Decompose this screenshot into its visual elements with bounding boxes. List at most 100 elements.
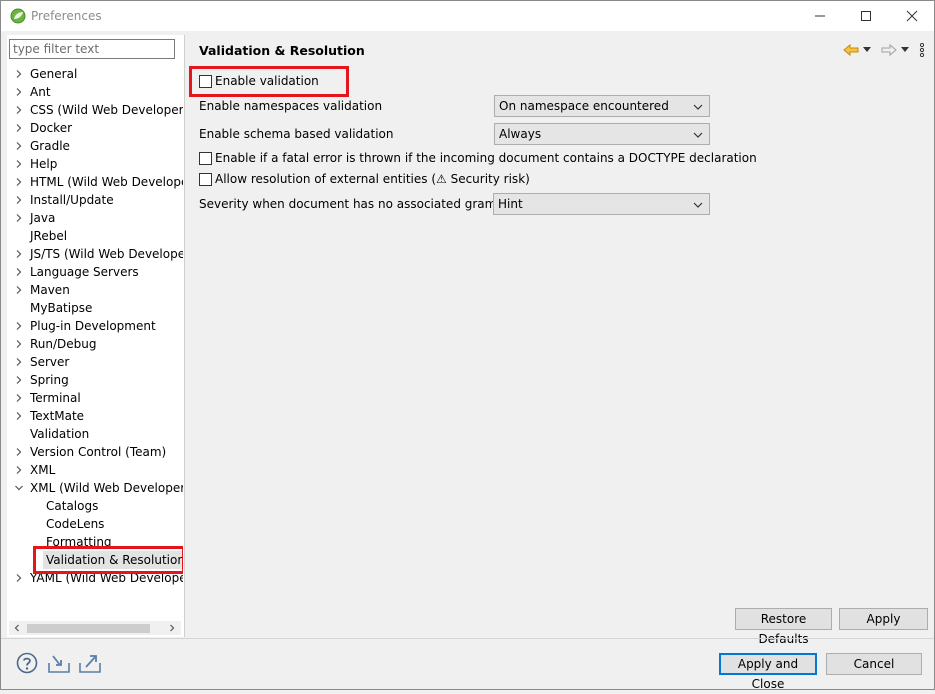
chevron-down-icon xyxy=(693,132,703,138)
tree-item[interactable]: XML (Wild Web Developer) xyxy=(7,479,183,497)
apply-button[interactable]: Apply xyxy=(839,608,928,630)
doctype-error-row[interactable]: Enable if a fatal error is thrown if the… xyxy=(199,148,757,168)
tree-item-label: CSS (Wild Web Developer) xyxy=(30,103,183,117)
scrollbar-thumb[interactable] xyxy=(27,624,150,633)
tree-item[interactable]: Plug-in Development xyxy=(7,317,183,335)
cancel-button[interactable]: Cancel xyxy=(826,653,922,675)
import-icon[interactable] xyxy=(47,651,71,675)
tree-item-label: Validation xyxy=(30,427,90,441)
restore-defaults-button[interactable]: Restore Defaults xyxy=(735,608,832,646)
chevron-right-icon[interactable] xyxy=(14,375,24,385)
tree-item[interactable]: Run/Debug xyxy=(7,335,183,353)
chevron-right-icon[interactable] xyxy=(14,465,24,475)
tree-item[interactable]: Gradle xyxy=(7,137,183,155)
tree-item-label: Plug-in Development xyxy=(30,319,156,333)
tree-item[interactable]: TextMate xyxy=(7,407,183,425)
preference-tree: General Ant CSS (Wild Web Developer) Docker… xyxy=(7,65,183,621)
chevron-down-icon[interactable] xyxy=(14,483,24,493)
export-icon[interactable] xyxy=(78,651,102,675)
tree-item[interactable]: Catalogs xyxy=(7,497,183,515)
chevron-right-icon[interactable] xyxy=(14,159,24,169)
tree-item[interactable]: JRebel xyxy=(7,227,183,245)
chevron-right-icon[interactable] xyxy=(14,177,24,187)
chevron-right-icon[interactable] xyxy=(14,249,24,259)
external-entities-row[interactable]: Allow resolution of external entities (⚠… xyxy=(199,169,530,189)
tree-item-label: Docker xyxy=(30,121,73,135)
chevron-right-icon[interactable] xyxy=(14,267,24,277)
scroll-right-icon[interactable] xyxy=(167,623,177,633)
tree-item-label: XML (Wild Web Developer) xyxy=(30,481,183,495)
schema-value: Always xyxy=(499,127,542,141)
forward-button[interactable] xyxy=(881,41,897,59)
tree-item[interactable]: CSS (Wild Web Developer) xyxy=(7,101,183,119)
tree-item[interactable]: Language Servers xyxy=(7,263,183,281)
tree-item[interactable]: HTML (Wild Web Develope xyxy=(7,173,183,191)
no-grammar-value: Hint xyxy=(498,197,523,211)
tree-item[interactable]: XML xyxy=(7,461,183,479)
tree-item[interactable]: Spring xyxy=(7,371,183,389)
highlight-box xyxy=(33,546,183,574)
chevron-right-icon[interactable] xyxy=(14,105,24,115)
chevron-right-icon[interactable] xyxy=(14,357,24,367)
chevron-right-icon[interactable] xyxy=(14,411,24,421)
tree-item[interactable]: CodeLens xyxy=(7,515,183,533)
chevron-right-icon[interactable] xyxy=(14,285,24,295)
minimize-button[interactable] xyxy=(797,1,843,31)
app-icon xyxy=(10,8,26,24)
no-grammar-select[interactable]: Hint xyxy=(493,193,710,215)
chevron-right-icon[interactable] xyxy=(14,141,24,151)
back-button[interactable] xyxy=(843,41,859,59)
back-dropdown[interactable] xyxy=(863,41,871,59)
external-entities-checkbox[interactable] xyxy=(199,172,212,186)
tree-item-label: Server xyxy=(30,355,70,369)
tree-item[interactable]: Ant xyxy=(7,83,183,101)
close-button[interactable] xyxy=(889,1,935,31)
tree-item[interactable]: Validation xyxy=(7,425,183,443)
tree-item[interactable]: Java xyxy=(7,209,183,227)
tree-item-label: Spring xyxy=(30,373,69,387)
no-grammar-label: Severity when document has no associated… xyxy=(199,197,521,211)
forward-dropdown[interactable] xyxy=(901,41,909,59)
view-menu-button[interactable] xyxy=(919,41,925,59)
preferences-window: Preferences General Ant CSS (Wild Web Deve… xyxy=(0,0,935,691)
tree-item[interactable]: JS/TS (Wild Web Develope xyxy=(7,245,183,263)
tree-item[interactable]: MyBatipse xyxy=(7,299,183,317)
tree-item[interactable]: Docker xyxy=(7,119,183,137)
chevron-right-icon[interactable] xyxy=(14,321,24,331)
preference-tree-panel: General Ant CSS (Wild Web Developer) Docker… xyxy=(7,35,185,637)
help-icon[interactable] xyxy=(15,651,39,675)
chevron-right-icon[interactable] xyxy=(14,447,24,457)
tree-item-label: Help xyxy=(30,157,58,171)
apply-and-close-button[interactable]: Apply and Close xyxy=(719,653,817,691)
doctype-error-checkbox[interactable] xyxy=(199,151,212,165)
tree-horizontal-scrollbar[interactable] xyxy=(9,621,181,635)
chevron-right-icon[interactable] xyxy=(14,393,24,403)
tree-item[interactable]: Version Control (Team) xyxy=(7,443,183,461)
filter-input[interactable] xyxy=(9,39,175,59)
chevron-down-icon xyxy=(863,47,871,52)
tree-item[interactable]: Maven xyxy=(7,281,183,299)
chevron-right-icon[interactable] xyxy=(14,123,24,133)
namespaces-select[interactable]: On namespace encountered xyxy=(494,95,710,117)
chevron-right-icon[interactable] xyxy=(14,87,24,97)
maximize-button[interactable] xyxy=(843,1,889,31)
external-entities-label: Allow resolution of external entities (⚠… xyxy=(215,172,530,186)
chevron-right-icon[interactable] xyxy=(14,573,24,583)
chevron-down-icon xyxy=(901,47,909,52)
tree-item[interactable]: General xyxy=(7,65,183,83)
schema-select[interactable]: Always xyxy=(494,123,710,145)
tree-item[interactable]: Terminal xyxy=(7,389,183,407)
scroll-left-icon[interactable] xyxy=(12,623,22,633)
title-bar[interactable]: Preferences xyxy=(1,1,934,31)
chevron-right-icon[interactable] xyxy=(14,339,24,349)
tree-item-label: General xyxy=(30,67,78,81)
chevron-right-icon[interactable] xyxy=(14,69,24,79)
tree-item[interactable]: Install/Update xyxy=(7,191,183,209)
chevron-right-icon[interactable] xyxy=(14,195,24,205)
tree-item[interactable]: Help xyxy=(7,155,183,173)
chevron-right-icon[interactable] xyxy=(14,213,24,223)
tree-item-label: JS/TS (Wild Web Develope xyxy=(30,247,183,261)
tree-item-label: Ant xyxy=(30,85,51,99)
namespaces-label: Enable namespaces validation xyxy=(199,99,383,113)
tree-item[interactable]: Server xyxy=(7,353,183,371)
